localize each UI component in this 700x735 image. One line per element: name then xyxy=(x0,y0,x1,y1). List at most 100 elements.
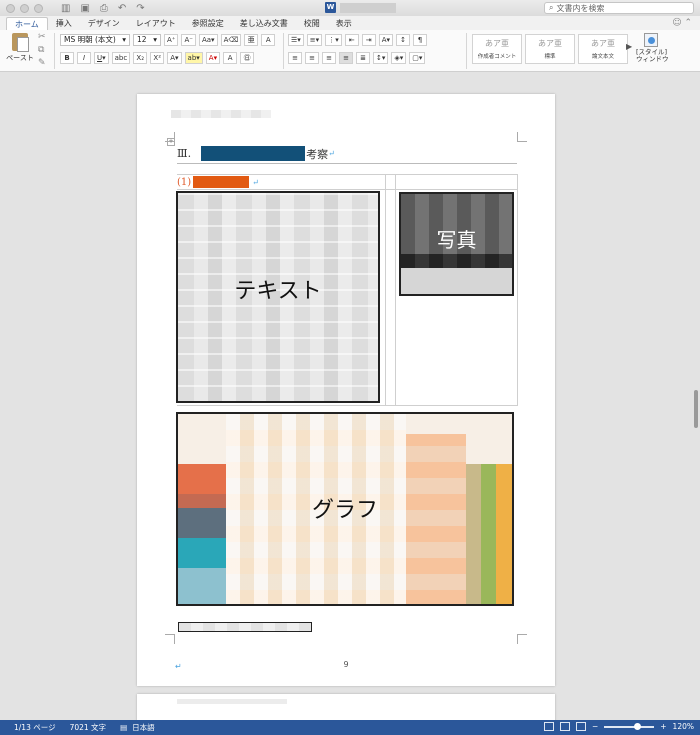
italic-button[interactable]: I xyxy=(77,52,91,64)
align-center-button[interactable]: ≡ xyxy=(305,52,319,64)
strikethrough-button[interactable]: abc xyxy=(111,52,131,64)
zoom-slider-knob[interactable] xyxy=(634,722,642,730)
section-heading: Ⅲ. 考察 ↵ xyxy=(177,144,517,164)
shrink-font-button[interactable]: A⁻ xyxy=(181,34,196,46)
subheading-redacted xyxy=(193,176,250,188)
sort-button[interactable]: ↕ xyxy=(396,34,411,46)
proofing-icon[interactable]: ▤ xyxy=(120,723,127,732)
superscript-button[interactable]: X² xyxy=(150,52,165,64)
align-left-button[interactable]: ≡ xyxy=(288,52,302,64)
numbering-button[interactable]: ≡▾ xyxy=(306,34,323,46)
shading-button[interactable]: ◈▾ xyxy=(391,52,407,64)
save-icon[interactable]: ▣ xyxy=(80,3,89,14)
heading-redacted xyxy=(201,146,306,161)
table-move-handle-icon[interactable]: + xyxy=(167,138,175,146)
text-direction-button[interactable]: A▾ xyxy=(378,34,394,46)
styles-more-arrow-icon[interactable]: ▶ xyxy=(626,42,632,51)
page-number: 9 xyxy=(343,660,349,669)
change-case-button[interactable]: Aa▾ xyxy=(198,34,218,46)
next-page-redacted xyxy=(177,699,287,704)
tab-mailings[interactable]: 差し込み文書 xyxy=(232,17,296,30)
word-count-status[interactable]: 7021 文字 xyxy=(70,722,106,733)
increase-indent-button[interactable]: ⇥ xyxy=(361,34,376,46)
document-page[interactable]: + Ⅲ. 考察 ↵ (1) ↵ テキスト 写真 グラフ ↵ 9 xyxy=(137,94,555,686)
print-layout-icon[interactable] xyxy=(543,722,554,731)
cut-icon[interactable]: ✂ xyxy=(38,32,46,42)
style-normal[interactable]: あア亜 標準 xyxy=(525,34,575,64)
decrease-indent-button[interactable]: ⇤ xyxy=(344,34,359,46)
borders-button[interactable]: ▢▾ xyxy=(409,52,426,64)
styles-pane-icon xyxy=(644,33,658,47)
zoom-window-button[interactable] xyxy=(34,3,43,13)
caption-redacted xyxy=(178,622,312,632)
font-name-select[interactable]: MS 明朝 (本文) ▾ xyxy=(60,34,130,46)
zoom-level[interactable]: 120% xyxy=(673,722,694,731)
distributed-button[interactable]: ≣ xyxy=(356,52,370,64)
graph-placeholder[interactable]: グラフ xyxy=(176,412,514,606)
text-placeholder-block[interactable]: テキスト xyxy=(176,191,380,403)
font-size-select[interactable]: 12 ▾ xyxy=(133,34,161,46)
style-author-comment[interactable]: あア亜 作成者コメント xyxy=(472,34,522,64)
search-input[interactable]: ⌕ 文書内を検索 xyxy=(544,2,694,14)
photo-placeholder[interactable]: 写真 xyxy=(399,192,514,296)
clear-formatting-button[interactable]: A⌫ xyxy=(220,34,242,46)
tab-insert[interactable]: 挿入 xyxy=(48,17,80,30)
language-status[interactable]: 日本語 xyxy=(132,722,155,733)
tab-references[interactable]: 参照設定 xyxy=(184,17,232,30)
zoom-in-icon[interactable]: + xyxy=(660,722,666,731)
smiley-feedback-icon[interactable]: ☺ ⌃ xyxy=(672,18,692,28)
font-color-button[interactable]: A▾ xyxy=(205,52,221,64)
copy-icon[interactable]: ⧉ xyxy=(38,45,46,55)
text-effects-button[interactable]: A▾ xyxy=(167,52,182,64)
tab-review[interactable]: 校閲 xyxy=(296,17,328,30)
bold-button[interactable]: B xyxy=(60,52,74,64)
document-canvas[interactable]: + Ⅲ. 考察 ↵ (1) ↵ テキスト 写真 グラフ ↵ 9 xyxy=(0,72,700,720)
print-icon[interactable]: ⎙ xyxy=(100,3,108,14)
ribbon-home: ペースト ✂ ⧉ ✎ MS 明朝 (本文) ▾ 12 ▾ A⁺ A⁻ Aa▾ A⌫ … xyxy=(0,30,700,72)
justify-button[interactable]: ≡ xyxy=(339,52,353,64)
multilevel-list-button[interactable]: ⋮▾ xyxy=(325,34,342,46)
phonetic-guide-button[interactable]: 亜 xyxy=(244,34,259,46)
zoom-out-icon[interactable]: − xyxy=(592,722,598,731)
zoom-slider[interactable] xyxy=(604,722,655,730)
window-controls[interactable] xyxy=(6,3,43,13)
enclose-characters-button[interactable]: ㊐ xyxy=(240,52,255,64)
sidebar-icon[interactable]: ▥ xyxy=(61,3,70,14)
next-page[interactable] xyxy=(137,694,555,720)
title-redacted xyxy=(340,2,396,13)
style-paper-body[interactable]: あア亜 論文本文 xyxy=(578,34,628,64)
align-right-button[interactable]: ≡ xyxy=(322,52,336,64)
style-gallery: あア亜 作成者コメント あア亜 標準 あア亜 論文本文 xyxy=(472,34,628,64)
chevron-down-icon: ▾ xyxy=(122,35,126,44)
highlight-button[interactable]: ab▾ xyxy=(184,52,203,64)
bullets-button[interactable]: ☰▾ xyxy=(288,34,304,46)
line-spacing-button[interactable]: ↕▾ xyxy=(373,52,389,64)
subscript-button[interactable]: X₂ xyxy=(133,52,148,64)
character-border-button[interactable]: A xyxy=(261,34,276,46)
header-redacted xyxy=(171,110,271,118)
paste-button[interactable]: ペースト xyxy=(6,33,34,63)
word-icon: W xyxy=(325,2,336,13)
paragraph-mark-icon: ↵ xyxy=(328,149,335,158)
styles-pane-button[interactable]: [スタイル] ウィンドウ xyxy=(636,33,669,63)
vertical-scrollbar-thumb[interactable] xyxy=(694,390,698,428)
tab-design[interactable]: デザイン xyxy=(80,17,128,30)
show-marks-button[interactable]: ¶ xyxy=(413,34,428,46)
minimize-window-button[interactable] xyxy=(20,3,29,13)
close-window-button[interactable] xyxy=(6,3,15,13)
grow-font-button[interactable]: A⁺ xyxy=(164,34,179,46)
redo-icon[interactable]: ↷ xyxy=(136,3,144,14)
web-layout-icon[interactable] xyxy=(559,722,570,731)
tab-layout[interactable]: レイアウト xyxy=(128,17,184,30)
tab-home[interactable]: ホーム xyxy=(6,17,48,30)
subsection-heading: (1) ↵ xyxy=(177,174,517,190)
page-count-status[interactable]: 1/13 ページ xyxy=(14,722,56,733)
outline-view-icon[interactable] xyxy=(575,722,586,731)
underline-button[interactable]: U▾ xyxy=(94,52,109,64)
character-shading-button[interactable]: A xyxy=(223,52,238,64)
format-painter-icon[interactable]: ✎ xyxy=(38,58,46,68)
undo-icon[interactable]: ↶ xyxy=(118,3,126,14)
clipboard-icon xyxy=(12,33,29,52)
tab-view[interactable]: 表示 xyxy=(328,17,360,30)
document-title: W xyxy=(325,2,396,13)
